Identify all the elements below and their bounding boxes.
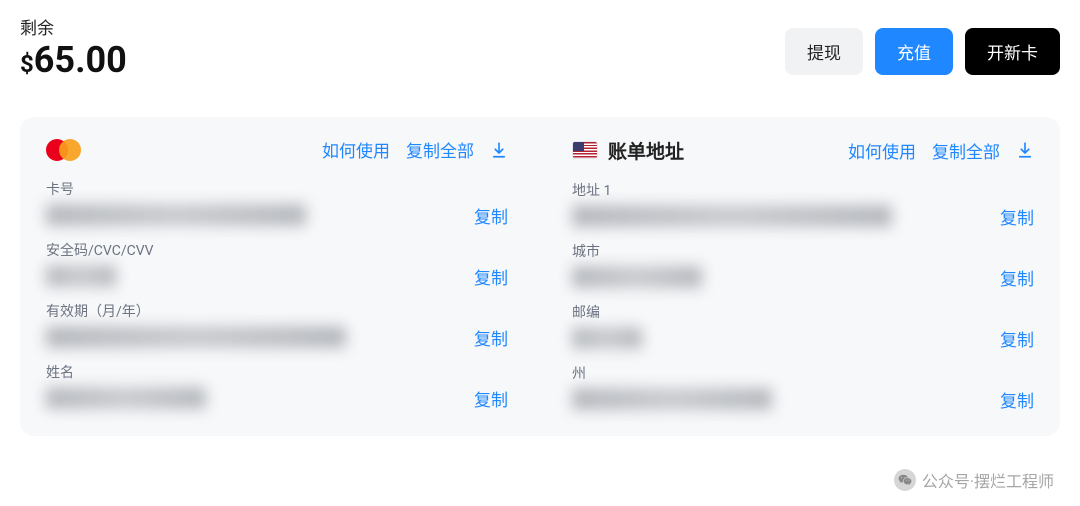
field-state: 州 Xxxxxxx · XXXXXXX 复制 — [572, 363, 1034, 412]
value-state: Xxxxxxx · XXXXXXX — [572, 388, 772, 410]
wechat-icon — [894, 469, 916, 491]
label-cvv: 安全码/CVC/CVV — [46, 240, 508, 260]
billing-how-to-use-link[interactable]: 如何使用 — [848, 138, 916, 163]
new-card-button[interactable]: 开新卡 — [965, 28, 1060, 75]
label-postal: 邮编 — [572, 302, 1034, 322]
value-name: Xxxxxxxx Xxxx — [46, 387, 206, 409]
card-details-panel: 如何使用 复制全部 卡号 xxxx xxxx xxxx xxxx 复制 安全码/… — [46, 137, 540, 412]
field-name: 姓名 Xxxxxxxx Xxxx 复制 — [46, 362, 508, 411]
copy-cvv[interactable]: 复制 — [474, 264, 508, 289]
withdraw-button[interactable]: 提现 — [785, 28, 863, 75]
label-address1: 地址 1 — [572, 180, 1034, 200]
billing-address-panel: 账单地址 如何使用 复制全部 地址 1 xxx Xxxxxxxxxx Xxxxx… — [540, 137, 1034, 412]
how-to-use-link[interactable]: 如何使用 — [322, 137, 390, 162]
copy-all-link[interactable]: 复制全部 — [406, 137, 474, 162]
field-card-number: 卡号 xxxx xxxx xxxx xxxx 复制 — [46, 179, 508, 228]
value-postal: xxxxx — [572, 327, 642, 349]
label-state: 州 — [572, 363, 1034, 383]
value-expiry: xx / xx xxxx xxxx — [46, 326, 346, 348]
watermark-text: 公众号·摆烂工程师 — [922, 468, 1054, 492]
field-expiry: 有效期（月/年） xx / xx xxxx xxxx 复制 — [46, 301, 508, 350]
copy-card-number[interactable]: 复制 — [474, 203, 508, 228]
download-icon[interactable] — [490, 141, 508, 159]
label-city: 城市 — [572, 241, 1034, 261]
value-card-number: xxxx xxxx xxxx xxxx — [46, 204, 306, 226]
watermark: 公众号·摆烂工程师 — [894, 468, 1054, 492]
copy-postal[interactable]: 复制 — [1000, 326, 1034, 351]
currency-symbol: $ — [20, 50, 34, 78]
label-card-number: 卡号 — [46, 179, 508, 199]
value-city: Xxxxxxxxxx — [572, 266, 702, 288]
billing-download-icon[interactable] — [1016, 141, 1034, 159]
field-postal: 邮编 xxxxx 复制 — [572, 302, 1034, 351]
balance-amount: $65.00 — [20, 41, 127, 81]
field-city: 城市 Xxxxxxxxxx 复制 — [572, 241, 1034, 290]
copy-expiry[interactable]: 复制 — [474, 325, 508, 350]
field-cvv: 安全码/CVC/CVV xxx 复制 — [46, 240, 508, 289]
balance-value: 65.00 — [34, 39, 127, 81]
copy-address1[interactable]: 复制 — [1000, 204, 1034, 229]
recharge-button[interactable]: 充值 — [875, 28, 953, 75]
us-flag-icon — [572, 141, 598, 159]
value-address1: xxx Xxxxxxxxxx Xxxxx Xxxxxx — [572, 205, 892, 227]
balance-block: 剩余 $65.00 — [20, 14, 127, 81]
copy-state[interactable]: 复制 — [1000, 387, 1034, 412]
balance-label: 剩余 — [20, 14, 127, 39]
billing-copy-all-link[interactable]: 复制全部 — [932, 138, 1000, 163]
mastercard-icon — [46, 137, 86, 163]
header-actions: 提现 充值 开新卡 — [785, 14, 1060, 75]
copy-name[interactable]: 复制 — [474, 386, 508, 411]
label-name: 姓名 — [46, 362, 508, 382]
label-expiry: 有效期（月/年） — [46, 301, 508, 321]
billing-title: 账单地址 — [608, 137, 684, 164]
field-address1: 地址 1 xxx Xxxxxxxxxx Xxxxx Xxxxxx 复制 — [572, 180, 1034, 229]
copy-city[interactable]: 复制 — [1000, 265, 1034, 290]
value-cvv: xxx — [46, 265, 116, 287]
